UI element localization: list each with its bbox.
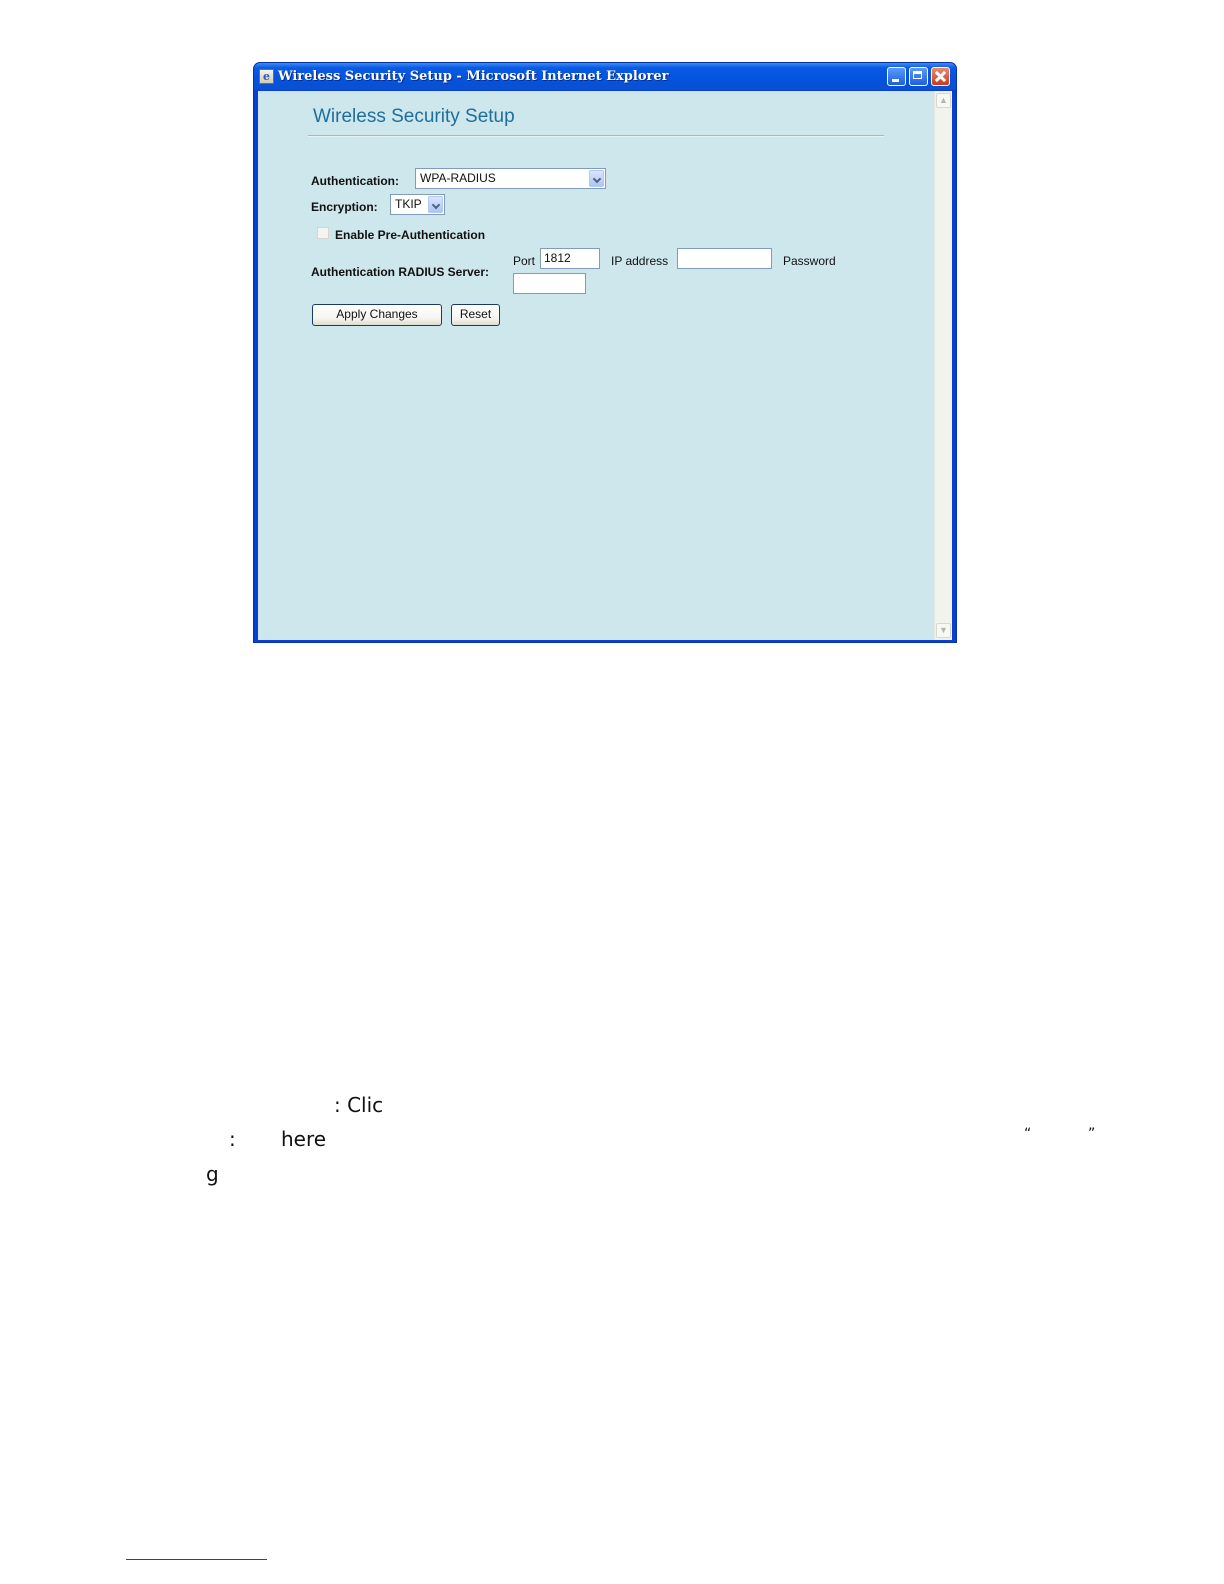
authentication-value: WPA-RADIUS <box>420 171 496 185</box>
doc-text-here: here <box>281 1127 327 1151</box>
page-title: Wireless Security Setup <box>313 106 515 127</box>
minimize-button[interactable] <box>887 67 906 86</box>
authentication-label: Authentication: <box>311 174 399 188</box>
chevron-down-icon[interactable] <box>428 196 443 213</box>
encryption-select[interactable]: TKIP <box>390 194 445 215</box>
reset-button[interactable]: Reset <box>451 304 500 326</box>
scroll-down-icon[interactable]: ▼ <box>936 623 951 638</box>
radius-server-label: Authentication RADIUS Server: <box>311 265 490 279</box>
encryption-label: Encryption: <box>311 200 378 214</box>
close-button[interactable] <box>931 67 950 86</box>
chevron-down-icon[interactable] <box>589 170 604 187</box>
port-field[interactable]: 1812 <box>540 248 600 269</box>
doc-close-quote: ” <box>1088 1126 1096 1142</box>
window-title: Wireless Security Setup - Microsoft Inte… <box>278 69 669 84</box>
authentication-select[interactable]: WPA-RADIUS <box>415 168 606 189</box>
doc-text-colon: : <box>229 1127 236 1151</box>
page-content: Wireless Security Setup Authentication: … <box>258 91 952 640</box>
ip-address-field[interactable] <box>677 248 772 269</box>
doc-text-click: : Clic <box>334 1093 384 1117</box>
pre-authentication-label: Enable Pre-Authentication <box>335 228 486 242</box>
ip-address-label: IP address <box>611 254 669 268</box>
maximize-button[interactable] <box>909 67 928 86</box>
doc-text-g: g <box>206 1162 219 1186</box>
port-label: Port <box>513 254 536 268</box>
vertical-scrollbar[interactable]: ▲ ▼ <box>934 91 952 640</box>
pre-authentication-checkbox[interactable] <box>317 227 329 239</box>
password-label: Password <box>783 254 836 268</box>
title-bar[interactable]: e Wireless Security Setup - Microsoft In… <box>254 63 956 90</box>
encryption-value: TKIP <box>395 197 422 211</box>
ie-page-icon: e <box>259 69 274 84</box>
scroll-up-icon[interactable]: ▲ <box>936 93 951 108</box>
apply-changes-button[interactable]: Apply Changes <box>312 304 442 326</box>
title-divider <box>308 135 884 137</box>
footnote-divider <box>126 1559 267 1560</box>
password-field[interactable] <box>513 273 586 294</box>
browser-window: e Wireless Security Setup - Microsoft In… <box>253 62 957 643</box>
doc-open-quote: “ <box>1024 1126 1032 1142</box>
